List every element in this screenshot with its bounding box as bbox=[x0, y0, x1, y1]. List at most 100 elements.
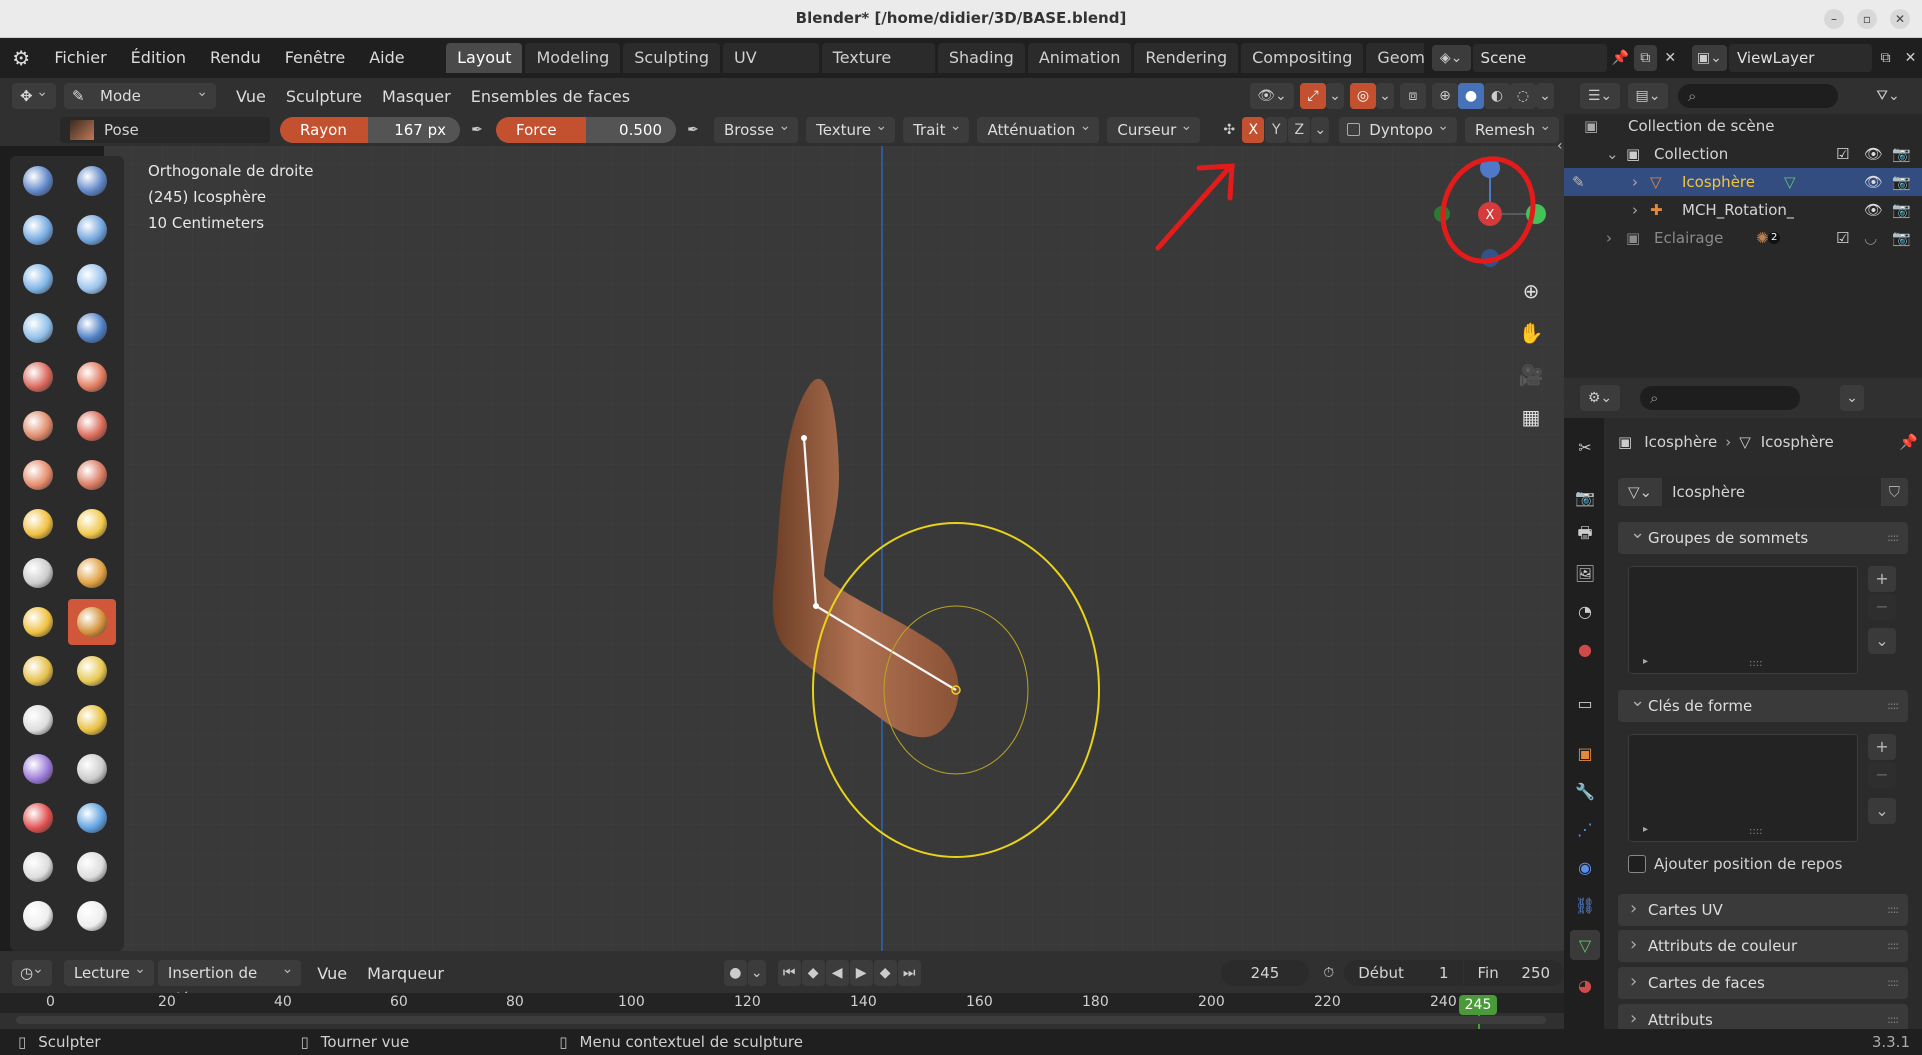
crease-tool-icon[interactable] bbox=[14, 354, 62, 400]
add-shape-key-icon[interactable]: + bbox=[1868, 734, 1896, 760]
gizmo-toggle-icon[interactable]: ⤢ bbox=[1300, 83, 1326, 109]
rotate-tool-icon[interactable] bbox=[68, 648, 116, 694]
delete-viewlayer-icon[interactable]: ✕ bbox=[1899, 45, 1922, 71]
vertex-groups-list[interactable]: ▸ :::: bbox=[1628, 566, 1858, 674]
tab-uv-editing[interactable]: UV Editing bbox=[722, 43, 819, 97]
camera-render-icon[interactable]: 📷 bbox=[1892, 196, 1911, 224]
rendered-shading-icon[interactable]: ◌ bbox=[1510, 83, 1536, 109]
vertex-group-menu-icon[interactable]: ⌄ bbox=[1868, 628, 1896, 654]
panel-face-maps[interactable]: Cartes de faces:::: bbox=[1618, 966, 1908, 999]
list-expand-icon[interactable]: ▸ bbox=[1643, 824, 1648, 835]
outliner-search-input[interactable]: ⌕ bbox=[1678, 84, 1838, 108]
new-viewlayer-icon[interactable]: ⧉ bbox=[1874, 45, 1897, 71]
menu-view[interactable]: Vue bbox=[226, 87, 276, 106]
tab-animation[interactable]: Animation bbox=[1027, 43, 1132, 73]
ortho-grid-icon[interactable]: ▦ bbox=[1516, 402, 1546, 432]
blender-logo-icon[interactable]: ⚙ bbox=[0, 46, 42, 70]
scene-tab-icon[interactable]: ◔ bbox=[1570, 596, 1600, 626]
snake-hook-tool-icon[interactable] bbox=[68, 550, 116, 596]
rest-position-option[interactable]: Ajouter position de repos bbox=[1628, 852, 1842, 876]
expand-icon[interactable]: › bbox=[1606, 224, 1612, 252]
clay-strips-tool-icon[interactable] bbox=[68, 207, 116, 253]
draw-face-sets-tool-icon[interactable] bbox=[68, 795, 116, 841]
stroke-dropdown[interactable]: Trait bbox=[903, 113, 970, 143]
maximize-icon[interactable]: ▫ bbox=[1857, 9, 1877, 29]
gizmo-dropdown-icon[interactable]: ⌄ bbox=[1326, 83, 1344, 109]
current-frame-field[interactable]: 245 bbox=[1220, 960, 1310, 986]
brush-selector[interactable]: Pose bbox=[60, 117, 270, 143]
blob-tool-icon[interactable] bbox=[68, 305, 116, 351]
start-frame-field[interactable]: Début 1 bbox=[1344, 960, 1463, 986]
tab-compositing[interactable]: Compositing bbox=[1241, 43, 1364, 73]
mesh-datablock[interactable]: ▽⌄ Icosphère ⛉ bbox=[1618, 478, 1908, 506]
camera-render-icon[interactable]: 📷 bbox=[1892, 224, 1911, 252]
output-tab-icon[interactable]: 🖶 bbox=[1570, 520, 1600, 550]
timeline-view-menu[interactable]: Vue bbox=[307, 964, 357, 983]
panel-attributes[interactable]: Attributs:::: bbox=[1618, 1004, 1908, 1029]
cloth-tool-icon[interactable] bbox=[14, 746, 62, 792]
eye-icon[interactable]: 👁 bbox=[1864, 140, 1883, 168]
scrape-tool-icon[interactable] bbox=[14, 452, 62, 498]
editor-type-icon[interactable]: ✥ bbox=[12, 79, 56, 109]
tool-tab-icon[interactable]: ✂ bbox=[1570, 432, 1600, 462]
outliner-row-eclairage[interactable]: › ▣ Eclairage ✺ 2 ☑ ◡ 📷 bbox=[1564, 224, 1922, 252]
next-keyframe-icon[interactable]: ◆ bbox=[873, 960, 897, 986]
fill-tool-icon[interactable] bbox=[68, 403, 116, 449]
menu-face-sets[interactable]: Ensembles de faces bbox=[461, 87, 640, 106]
3d-viewport[interactable]: X ‹ bbox=[104, 138, 1564, 951]
simplify-tool-icon[interactable] bbox=[68, 746, 116, 792]
pinch-tool-icon[interactable] bbox=[14, 501, 62, 547]
draw-tool-icon[interactable] bbox=[14, 158, 62, 204]
outliner-row-collection[interactable]: ⌄ ▣ Collection ☑ 👁 📷 bbox=[1564, 140, 1922, 168]
stopwatch-icon[interactable]: ⏱ bbox=[1317, 960, 1340, 986]
render-tab-icon[interactable]: 📷 bbox=[1570, 482, 1600, 512]
remesh-dropdown[interactable]: Remesh bbox=[1464, 113, 1560, 143]
tab-layout[interactable]: Layout bbox=[446, 43, 523, 73]
include-checkbox[interactable]: ☑ bbox=[1836, 140, 1849, 168]
dyntopo-dropdown[interactable]: Dyntopo bbox=[1339, 113, 1457, 143]
overlay-dropdown-icon[interactable]: ⌄ bbox=[1376, 83, 1394, 109]
drag-grip-icon[interactable]: :::: bbox=[1887, 967, 1899, 999]
eye-icon[interactable]: 👁 bbox=[1864, 196, 1883, 224]
outliner-row-mch-rotation[interactable]: › ✚ MCH_Rotation_targ 👁 📷 bbox=[1564, 196, 1922, 224]
tab-modeling[interactable]: Modeling bbox=[525, 43, 621, 73]
radius-slider[interactable]: Rayon 167 px bbox=[280, 117, 460, 143]
modifiers-tab-icon[interactable]: 🔧 bbox=[1570, 776, 1600, 806]
dyntopo-checkbox[interactable] bbox=[1347, 123, 1361, 136]
include-checkbox[interactable]: ☑ bbox=[1836, 224, 1849, 252]
viewport-canvas[interactable]: X bbox=[104, 146, 1564, 951]
wireframe-shading-icon[interactable]: ⊕ bbox=[1432, 83, 1458, 109]
nudge-tool-icon[interactable] bbox=[14, 648, 62, 694]
tab-geometry-nodes[interactable]: Geome bbox=[1366, 43, 1424, 73]
tab-shading[interactable]: Shading bbox=[937, 43, 1025, 73]
paint-tool-icon[interactable] bbox=[14, 893, 62, 939]
properties-options-icon[interactable]: ⌄ bbox=[1840, 385, 1864, 411]
falloff-dropdown[interactable]: Atténuation bbox=[977, 113, 1100, 143]
menu-edit[interactable]: Édition bbox=[119, 38, 198, 78]
pose-tool-icon[interactable] bbox=[68, 599, 116, 645]
play-reverse-icon[interactable]: ◀ bbox=[825, 960, 849, 986]
slide-relax-tool-icon[interactable] bbox=[14, 697, 62, 743]
tab-texture-paint[interactable]: Texture Paint bbox=[821, 43, 935, 97]
panel-shape-keys[interactable]: Clés de forme:::: bbox=[1618, 685, 1908, 722]
close-icon[interactable]: ✕ bbox=[1890, 9, 1910, 29]
smear-tool-icon[interactable] bbox=[68, 893, 116, 939]
play-icon[interactable]: ▶ bbox=[849, 960, 873, 986]
pin-icon[interactable]: 📌 bbox=[1899, 433, 1918, 451]
material-shading-icon[interactable]: ◐ bbox=[1484, 83, 1510, 109]
zoom-icon[interactable]: ⊕ bbox=[1516, 276, 1546, 306]
keying-dropdown[interactable]: Insertion de clés bbox=[157, 956, 302, 1008]
outliner-editor-type-icon[interactable]: ☰⌄ bbox=[1580, 83, 1620, 109]
menu-sculpt[interactable]: Sculpture bbox=[276, 87, 372, 106]
viewlayer-name-field[interactable]: ViewLayer bbox=[1729, 44, 1873, 72]
panel-uv-maps[interactable]: Cartes UV:::: bbox=[1618, 893, 1908, 926]
viewlayer-selector-icon[interactable]: ▣⌄ bbox=[1691, 45, 1727, 71]
drag-grip-icon[interactable]: :::: bbox=[1887, 894, 1899, 926]
timeline-editor-type-icon[interactable]: ◷ bbox=[12, 956, 52, 986]
world-tab-icon[interactable]: ● bbox=[1570, 634, 1600, 664]
tab-rendering[interactable]: Rendering bbox=[1134, 43, 1239, 73]
solid-shading-icon[interactable]: ● bbox=[1458, 83, 1484, 109]
mask-tool-icon[interactable] bbox=[14, 795, 62, 841]
smooth-tool-icon[interactable] bbox=[68, 354, 116, 400]
expand-icon[interactable]: › bbox=[1632, 168, 1638, 196]
